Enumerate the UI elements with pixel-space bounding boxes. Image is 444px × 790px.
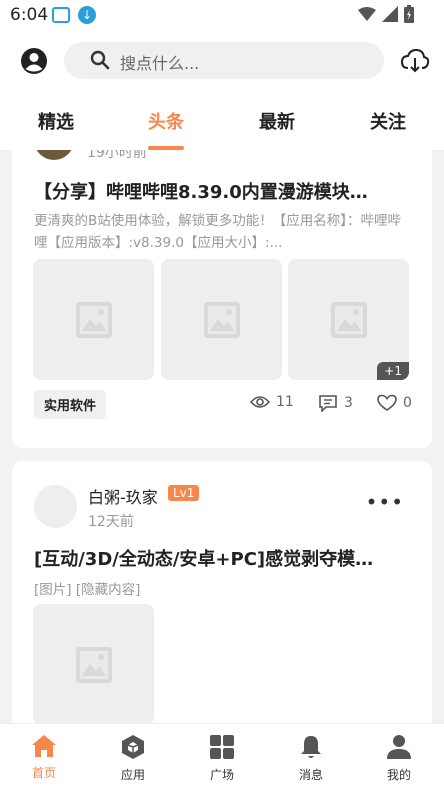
cube-icon (122, 735, 144, 759)
nav-square-label: 广场 (209, 768, 234, 782)
signal-icon (382, 6, 398, 22)
nav-home[interactable]: 首页 (14, 734, 74, 781)
post-image[interactable] (33, 604, 154, 723)
more-options-icon[interactable]: ••• (366, 492, 404, 512)
post-image[interactable] (33, 259, 154, 380)
comment-count-value: 3 (344, 395, 353, 411)
battery-icon (404, 5, 414, 23)
author-avatar[interactable] (34, 485, 77, 528)
cloud-download-icon[interactable] (400, 46, 430, 76)
image-placeholder-icon (76, 302, 112, 338)
tab-headlines[interactable]: 头条 (126, 108, 206, 134)
author-avatar[interactable] (34, 150, 74, 160)
nav-apps-label: 应用 (120, 768, 145, 782)
comment-icon (319, 395, 337, 412)
like-count-value: 0 (403, 395, 412, 411)
more-images-badge: +1 (377, 362, 409, 380)
heart-icon (377, 394, 397, 411)
nav-square[interactable]: 广场 (192, 734, 252, 783)
status-bar: 6:04 ↓ (0, 0, 444, 30)
post-title[interactable]: [互动/3D/全动态/安卓+PC]感觉剥夺模… (34, 545, 414, 571)
search-icon (90, 50, 110, 70)
image-placeholder-icon (204, 302, 240, 338)
level-badge: Lv1 (168, 485, 200, 501)
image-placeholder-icon (331, 302, 367, 338)
post-image[interactable] (161, 259, 282, 380)
eye-icon (250, 396, 270, 408)
post-time: 19小时前 (87, 150, 147, 161)
wifi-icon (358, 7, 376, 21)
nav-apps[interactable]: 应用 (103, 734, 163, 783)
view-count: 11 (250, 394, 294, 410)
home-icon (32, 735, 56, 757)
search-input[interactable]: 搜点什么... (64, 42, 384, 79)
post-card[interactable]: 白粥-玖家 Lv1 12天前 ••• [互动/3D/全动态/安卓+PC]感觉剥夺… (12, 461, 432, 723)
nav-messages[interactable]: 消息 (281, 734, 341, 783)
person-icon (387, 735, 411, 759)
post-description: [图片] [隐藏内容] (34, 582, 141, 598)
download-notification-icon: ↓ (78, 6, 96, 24)
post-title[interactable]: 【分享】哔哩哔哩8.39.0内置漫游模块… (34, 178, 414, 204)
tab-following[interactable]: 关注 (348, 108, 428, 134)
search-placeholder: 搜点什么... (120, 54, 200, 73)
image-placeholder-icon (76, 647, 112, 683)
category-tag[interactable]: 实用软件 (34, 390, 107, 419)
post-feed[interactable]: 19小时前 【分享】哔哩哔哩8.39.0内置漫游模块… 更清爽的B站使用体验，解… (0, 150, 444, 723)
author-name[interactable]: 白粥-玖家 (88, 484, 158, 508)
tab-featured[interactable]: 精选 (16, 108, 96, 134)
nav-profile-label: 我的 (386, 768, 411, 782)
notification-app-icon (52, 7, 70, 23)
category-tabs: 精选 头条 最新 关注 (0, 92, 444, 151)
nav-profile[interactable]: 我的 (369, 734, 429, 783)
post-time: 12天前 (88, 514, 134, 530)
bell-icon (301, 736, 321, 758)
top-bar: 搜点什么... (0, 30, 444, 92)
status-icons (358, 5, 414, 23)
user-avatar-icon[interactable] (20, 47, 48, 75)
nav-messages-label: 消息 (298, 768, 323, 782)
post-card[interactable]: 19小时前 【分享】哔哩哔哩8.39.0内置漫游模块… 更清爽的B站使用体验，解… (12, 150, 432, 448)
status-time: 6:04 (10, 5, 49, 25)
view-count-value: 11 (276, 394, 294, 410)
like-button[interactable]: 0 (377, 394, 412, 412)
comment-count[interactable]: 3 (318, 394, 353, 412)
post-image[interactable]: +1 (288, 259, 409, 380)
grid-icon (210, 735, 234, 759)
nav-home-label: 首页 (31, 766, 56, 780)
post-description: 更清爽的B站使用体验，解锁更多功能！【应用名称】：哔哩哔哩【应用版本】:v8.3… (34, 213, 402, 251)
bottom-navigation: 首页 应用 广场 消息 我的 (0, 723, 444, 790)
tab-latest[interactable]: 最新 (237, 108, 317, 134)
